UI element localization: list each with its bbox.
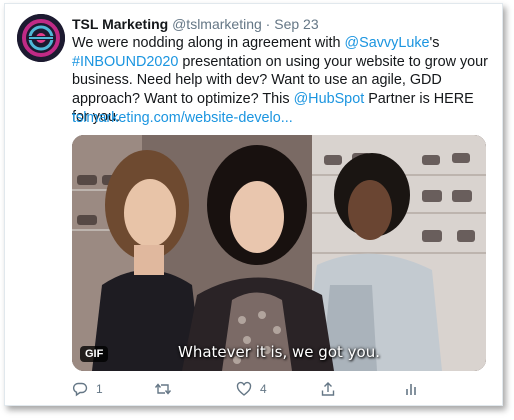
tweet-actions: 1 4 — [72, 380, 492, 398]
tweet-card[interactable]: TSL Marketing @tslmarketing · Sep 23 We … — [4, 3, 503, 406]
hashtag-link[interactable]: #INBOUND2020 — [72, 54, 178, 70]
avatar[interactable] — [17, 14, 65, 62]
like-icon — [236, 381, 252, 396]
retweet-icon — [154, 383, 172, 395]
reply-count: 1 — [96, 382, 103, 396]
handle[interactable]: @tslmarketing — [172, 16, 262, 32]
analytics-icon — [406, 384, 416, 395]
tweet-text-part: 's — [429, 35, 440, 51]
mention-link[interactable]: @HubSpot — [294, 91, 365, 107]
tweet-text-part: We were nodding along in agreement with — [72, 35, 345, 51]
tweet-header: TSL Marketing @tslmarketing · Sep 23 — [72, 15, 319, 33]
mention-link[interactable]: @SavvyLuke — [345, 35, 430, 51]
share-button[interactable] — [320, 380, 336, 398]
analytics-button[interactable] — [403, 380, 419, 398]
gif-media[interactable]: GIF Whatever it is, we got you. — [72, 135, 486, 371]
like-count: 4 — [260, 382, 267, 396]
share-icon — [321, 382, 335, 396]
reply-icon — [72, 382, 88, 397]
gif-frame-image — [72, 135, 486, 371]
separator: · — [265, 16, 271, 32]
like-button[interactable]: 4 — [236, 380, 267, 398]
gif-caption: Whatever it is, we got you. — [178, 343, 380, 361]
display-name[interactable]: TSL Marketing — [72, 16, 168, 32]
tweet-url-link[interactable]: tslmarketing.com/website-develo... — [72, 110, 293, 126]
tweet-date[interactable]: Sep 23 — [274, 16, 318, 32]
reply-button[interactable]: 1 — [72, 380, 103, 398]
retweet-button[interactable] — [154, 380, 172, 398]
tsl-logo-icon — [17, 14, 65, 62]
